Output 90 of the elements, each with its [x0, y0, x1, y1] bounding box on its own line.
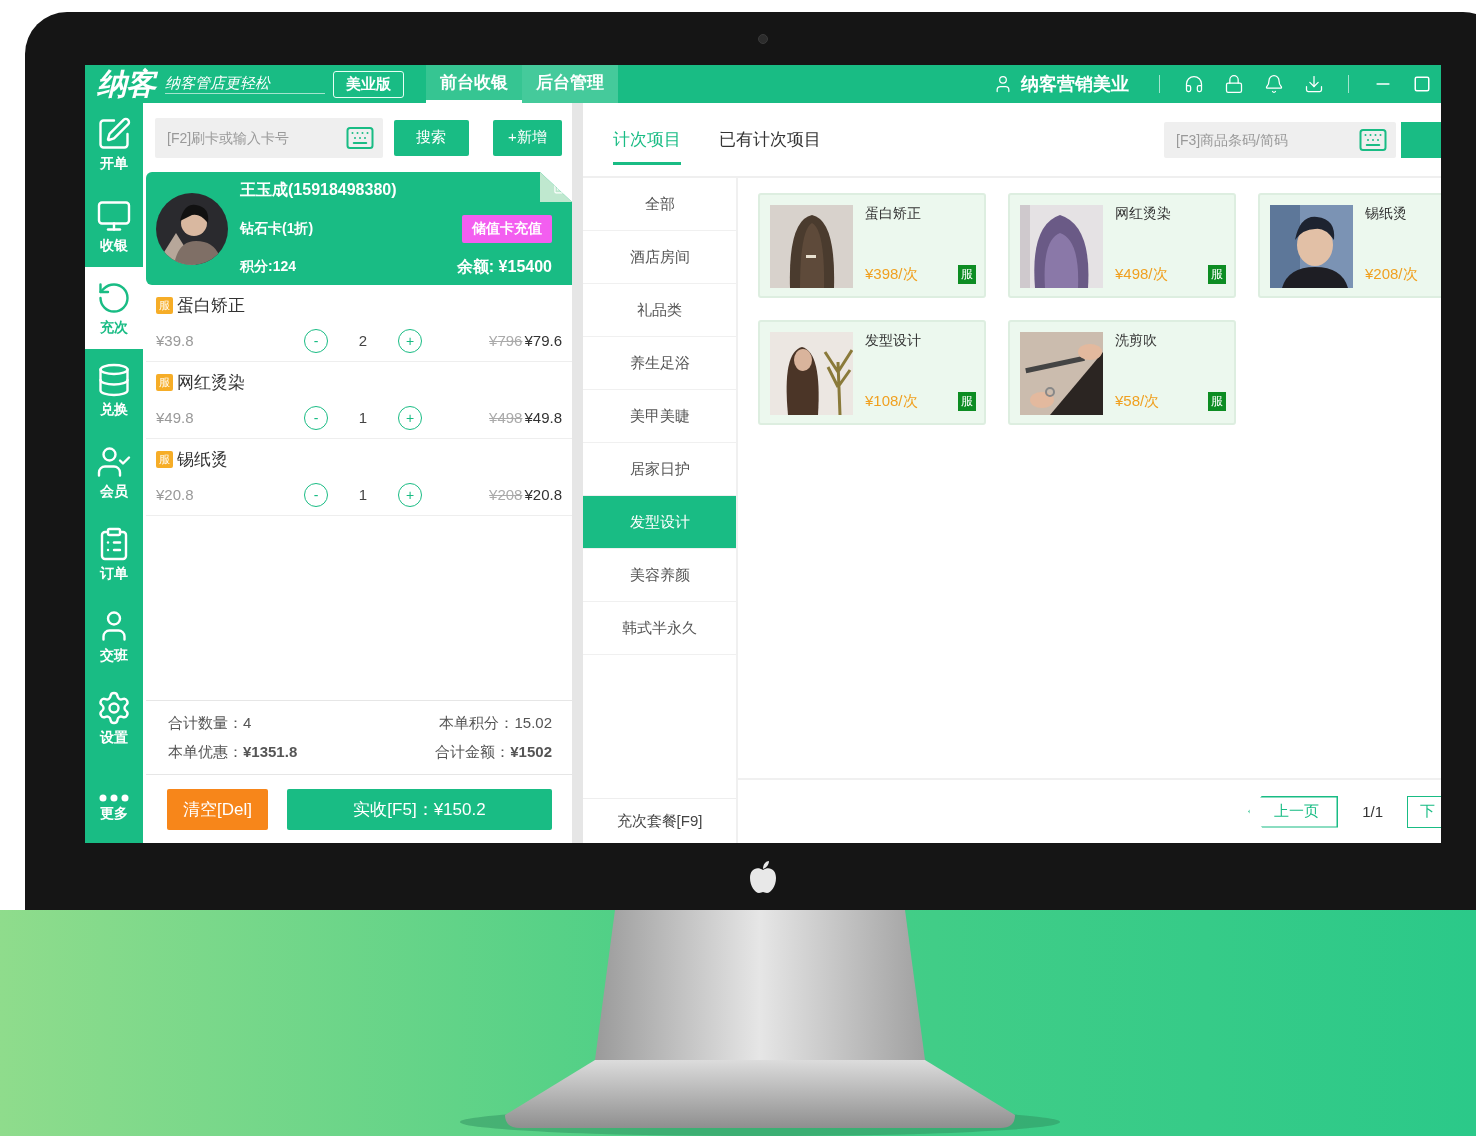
unit-price: ¥20.8: [156, 486, 195, 503]
service-badge: 服: [958, 392, 976, 411]
sidebar-item[interactable]: 订单: [85, 513, 143, 595]
item-name: 锡纸烫: [177, 448, 228, 471]
service-tag: 服: [156, 373, 173, 391]
sidebar-item[interactable]: 兑换: [85, 349, 143, 431]
clear-button[interactable]: 清空[Del]: [167, 788, 268, 830]
item-total: ¥49.8: [524, 409, 562, 426]
increase-button[interactable]: +: [398, 405, 422, 430]
item-name: 蛋白矫正: [177, 294, 245, 317]
order-discount: 本单优惠：¥1351.8: [168, 742, 299, 762]
product-name: 锡纸烫: [1365, 205, 1407, 223]
lock-icon[interactable]: [1224, 74, 1244, 94]
card-search-field[interactable]: [F2]刷卡或输入卡号: [155, 117, 383, 158]
next-page-button[interactable]: 下: [1407, 795, 1441, 828]
product-name: 蛋白矫正: [865, 205, 921, 223]
service-tag: 服: [156, 450, 173, 468]
decrease-button[interactable]: -: [304, 405, 328, 430]
product-price: ¥58/次: [1115, 392, 1160, 411]
product-price: ¥208/次: [1365, 265, 1418, 284]
sidebar-item[interactable]: 收银: [85, 185, 143, 267]
quantity: 1: [357, 409, 369, 426]
product-search-field[interactable]: [F3]商品条码/简码: [1164, 121, 1396, 158]
order-total: 合计金额：¥1502: [435, 742, 552, 762]
decrease-button[interactable]: -: [304, 482, 328, 507]
member-name: 王玉成(15918498380): [240, 179, 397, 200]
unit-price: ¥39.8: [156, 332, 195, 349]
sidebar-item[interactable]: 更多: [85, 773, 143, 843]
sidebar-item[interactable]: 设置: [85, 677, 143, 759]
category-item[interactable]: 发型设计: [583, 496, 736, 549]
product-price: ¥398/次: [865, 265, 918, 284]
sidebar-item[interactable]: 会员: [85, 431, 143, 513]
search-button[interactable]: [1401, 121, 1441, 158]
product-card[interactable]: 发型设计 ¥108/次 服: [758, 320, 986, 425]
service-badge: 服: [1208, 265, 1226, 284]
product-name: 网红烫染: [1115, 205, 1171, 223]
order-points: 本单积分：15.02: [438, 713, 552, 733]
increase-button[interactable]: +: [398, 482, 422, 507]
edition-label: 美业版: [333, 70, 404, 98]
nav-tab[interactable]: 后台管理: [522, 65, 618, 103]
product-price: ¥108/次: [865, 392, 918, 411]
bell-icon[interactable]: [1264, 74, 1284, 94]
member-points: 积分:124: [240, 258, 297, 276]
sidebar-item[interactable]: 交班: [85, 595, 143, 677]
original-price: ¥498: [489, 409, 523, 426]
sidebar-item[interactable]: 开单: [85, 103, 143, 185]
service-tag: 服: [156, 296, 173, 314]
page-indicator: 1/1: [1362, 803, 1383, 820]
service-badge: 服: [958, 265, 976, 284]
product-card[interactable]: 网红烫染 ¥498/次 服: [1008, 193, 1236, 298]
original-price: ¥796: [489, 332, 523, 349]
total-count: 合计数量：4: [168, 713, 253, 733]
download-icon[interactable]: [1304, 74, 1324, 94]
user-name: 纳客营销美业: [1021, 73, 1129, 96]
quantity: 1: [357, 486, 369, 503]
product-price: ¥498/次: [1115, 265, 1168, 284]
item-total: ¥20.8: [524, 486, 562, 503]
original-price: ¥208: [489, 486, 523, 503]
item-name: 网红烫染: [177, 371, 245, 394]
service-badge: 服: [1208, 392, 1226, 411]
quantity: 2: [357, 332, 369, 349]
maximize-icon[interactable]: [1413, 75, 1431, 93]
sidebar-item[interactable]: 充次: [85, 267, 143, 349]
nav-tab[interactable]: 前台收银: [426, 65, 522, 103]
product-card[interactable]: 蛋白矫正 ¥398/次 服: [758, 193, 986, 298]
search-button[interactable]: 搜索: [394, 119, 469, 156]
database-icon: [96, 361, 132, 398]
camera-icon: [758, 33, 768, 44]
product-name: 洗剪吹: [1115, 332, 1157, 350]
prev-page-button[interactable]: 上一页: [1248, 795, 1339, 828]
product-name: 发型设计: [865, 332, 921, 350]
member-balance: 余额: ¥15400: [456, 256, 552, 277]
add-button[interactable]: +新增: [492, 119, 562, 156]
decrease-button[interactable]: -: [304, 328, 328, 353]
product-tab[interactable]: 已有计次项目: [719, 102, 821, 177]
increase-button[interactable]: +: [398, 328, 422, 353]
slogan-text: 纳客管店更轻松: [165, 74, 325, 94]
pay-button[interactable]: 实收[F5]：¥150.2: [287, 788, 552, 830]
product-card[interactable]: 洗剪吹 ¥58/次 服: [1008, 320, 1236, 425]
more-icon: [99, 793, 129, 802]
recharge-button[interactable]: 储值卡充值: [462, 214, 552, 243]
settings-icon: [96, 689, 132, 726]
edit-icon: [96, 115, 132, 152]
apple-icon: [749, 859, 777, 894]
headset-icon[interactable]: [1184, 74, 1204, 94]
product-tab[interactable]: 计次项目: [613, 102, 681, 177]
item-total: ¥79.6: [524, 332, 562, 349]
product-card[interactable]: 锡纸烫 ¥208/次: [1258, 193, 1441, 298]
member-card-level: 钻石卡(1折): [240, 219, 314, 238]
unit-price: ¥49.8: [156, 409, 195, 426]
